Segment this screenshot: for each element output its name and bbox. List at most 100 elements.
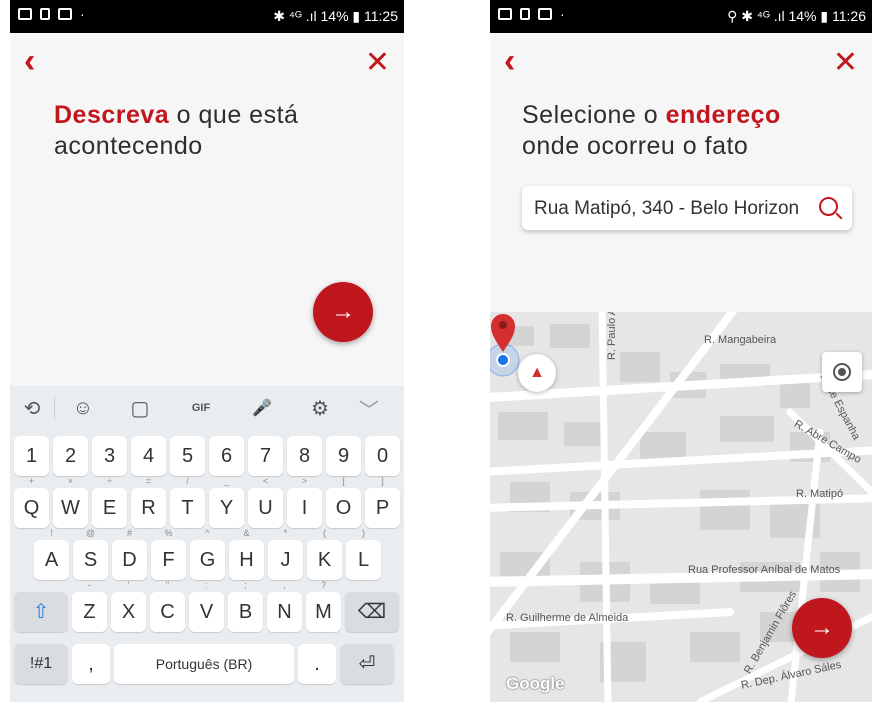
key-v[interactable]: :V bbox=[189, 580, 224, 632]
back-button[interactable]: ‹ bbox=[24, 44, 35, 78]
key-secondary-label: , bbox=[283, 580, 286, 590]
key-z[interactable]: -Z bbox=[72, 580, 107, 632]
key-n[interactable]: ,N bbox=[267, 580, 302, 632]
key-o[interactable]: [O bbox=[326, 476, 361, 528]
key-label: 4 bbox=[142, 445, 155, 467]
title-highlight: Descreva bbox=[54, 101, 170, 129]
notification-dot: · bbox=[560, 6, 565, 22]
keyboard: ⟲ ☺ ▢ GIF 🎤 ⚙ ﹀ 1234567890 + Q × W ÷ E = R / T _ Y <… bbox=[10, 386, 404, 702]
key-9[interactable]: 9 bbox=[326, 436, 361, 476]
key-i[interactable]: > I bbox=[287, 476, 322, 528]
google-logo: Google bbox=[506, 674, 565, 693]
key-u[interactable]: < U bbox=[248, 476, 283, 528]
key-secondary-label: = bbox=[145, 476, 152, 486]
emoji-icon[interactable]: ☺ bbox=[55, 397, 111, 420]
key-j[interactable]: * J bbox=[268, 528, 303, 580]
key-label: X bbox=[121, 601, 136, 623]
key-c[interactable]: " C bbox=[150, 580, 185, 632]
space-key[interactable]: Português (BR) bbox=[114, 644, 294, 684]
title-post: onde ocorreu o fato bbox=[522, 132, 749, 160]
gallery-icon bbox=[498, 8, 512, 20]
key-d[interactable]: # D bbox=[112, 528, 147, 580]
key-secondary-label: × bbox=[67, 476, 74, 486]
key-secondary-label: * bbox=[283, 528, 288, 538]
enter-key[interactable]: ⏎ bbox=[340, 644, 394, 684]
period-key[interactable]: . bbox=[298, 644, 336, 684]
settings-icon[interactable]: ⚙ bbox=[291, 396, 349, 421]
microphone-icon[interactable]: 🎤 bbox=[233, 398, 291, 418]
close-button[interactable]: ✕ bbox=[365, 48, 390, 78]
key-6[interactable]: 6 bbox=[209, 436, 244, 476]
key-secondary-label: - bbox=[88, 580, 91, 590]
key-t[interactable]: / T bbox=[170, 476, 205, 528]
close-button[interactable]: ✕ bbox=[833, 48, 858, 78]
key-secondary-label: ^ bbox=[205, 528, 210, 538]
key-h[interactable]: & H bbox=[229, 528, 264, 580]
key-e[interactable]: ÷ E bbox=[92, 476, 127, 528]
key-label: 0 bbox=[376, 445, 389, 467]
sticker-icon[interactable]: ▢ bbox=[111, 396, 169, 421]
backspace-key[interactable]: ⌫ bbox=[345, 592, 399, 632]
key-secondary-label: > bbox=[301, 476, 308, 486]
key-label: 1 bbox=[25, 445, 38, 467]
key-g[interactable]: ^ G bbox=[190, 528, 225, 580]
gallery-icon bbox=[18, 8, 32, 20]
key-w[interactable]: × W bbox=[53, 476, 88, 528]
search-icon[interactable] bbox=[819, 197, 838, 216]
key-label: 8 bbox=[298, 445, 311, 467]
key-p[interactable]: ] P bbox=[365, 476, 400, 528]
address-input[interactable] bbox=[532, 186, 806, 232]
street-label: Rua Professor Aníbal de Matos bbox=[688, 564, 841, 576]
key-k[interactable]: (K bbox=[307, 528, 342, 580]
key-2[interactable]: 2 bbox=[53, 436, 88, 476]
key-x[interactable]: ' X bbox=[111, 580, 146, 632]
key-label: E bbox=[102, 497, 117, 519]
street-label: R. Guilherme de Almeida bbox=[506, 612, 629, 624]
address-screen: · ⚲ ✱ ⁴ᴳ .ıl 14% ▮ 11:26 ‹ ✕ Selecione o… bbox=[490, 0, 872, 702]
key-q[interactable]: + Q bbox=[14, 476, 49, 528]
key-s[interactable]: @ S bbox=[73, 528, 108, 580]
next-button[interactable]: → bbox=[792, 598, 852, 658]
key-m[interactable]: ? M bbox=[306, 580, 341, 632]
page-title: Descreva o que está acontecendo bbox=[54, 100, 374, 162]
title-highlight: endereço bbox=[665, 101, 781, 129]
location-pin-icon bbox=[490, 314, 520, 377]
key-8[interactable]: 8 bbox=[287, 436, 322, 476]
number-row: 1 2 3 4 5 6 7 8 9 0 bbox=[14, 436, 400, 476]
my-location-button[interactable] bbox=[822, 352, 862, 392]
status-bar: · ⚲ ✱ ⁴ᴳ .ıl 14% ▮ 11:26 bbox=[490, 0, 872, 33]
key-secondary-label: < bbox=[262, 476, 269, 486]
key-secondary-label: ) bbox=[362, 528, 365, 538]
key-r[interactable]: = R bbox=[131, 476, 166, 528]
key-4[interactable]: 4 bbox=[131, 436, 166, 476]
key-5[interactable]: 5 bbox=[170, 436, 205, 476]
key-secondary-label: ? bbox=[320, 580, 326, 590]
key-label: O bbox=[335, 497, 352, 519]
comma-key[interactable]: , bbox=[72, 644, 110, 684]
shift-key[interactable]: ⇧ bbox=[14, 592, 68, 632]
key-b[interactable]: ; B bbox=[228, 580, 263, 632]
key-a[interactable]: ! A bbox=[34, 528, 69, 580]
key-label: K bbox=[317, 549, 332, 571]
key-label: A bbox=[44, 549, 59, 571]
next-button[interactable]: → bbox=[313, 282, 373, 342]
title-pre: Selecione o bbox=[522, 101, 666, 129]
address-search-box bbox=[522, 186, 852, 232]
letter-row-3: ⇧ - Z ' X " C: V; B, N? M ⌫ bbox=[14, 580, 399, 632]
collapse-keyboard-icon[interactable]: ﹀ bbox=[349, 394, 389, 423]
key-y[interactable]: _ Y bbox=[209, 476, 244, 528]
key-3[interactable]: 3 bbox=[92, 436, 127, 476]
translate-icon[interactable]: ⟲ bbox=[10, 396, 54, 421]
key-f[interactable]: % F bbox=[151, 528, 186, 580]
symbols-key[interactable]: !#1 bbox=[14, 644, 68, 684]
key-secondary-label: & bbox=[243, 528, 250, 538]
key-l[interactable]: ) L bbox=[346, 528, 381, 580]
key-0[interactable]: 0 bbox=[365, 436, 400, 476]
street-label: R. Paulo Af bbox=[606, 312, 618, 360]
gif-icon[interactable]: GIF bbox=[169, 402, 233, 414]
key-label: 5 bbox=[181, 445, 194, 467]
key-7[interactable]: 7 bbox=[248, 436, 283, 476]
status-right: ⚲ ✱ ⁴ᴳ .ıl 14% ▮ 11:26 bbox=[727, 8, 866, 24]
back-button[interactable]: ‹ bbox=[504, 44, 515, 78]
key-1[interactable]: 1 bbox=[14, 436, 49, 476]
